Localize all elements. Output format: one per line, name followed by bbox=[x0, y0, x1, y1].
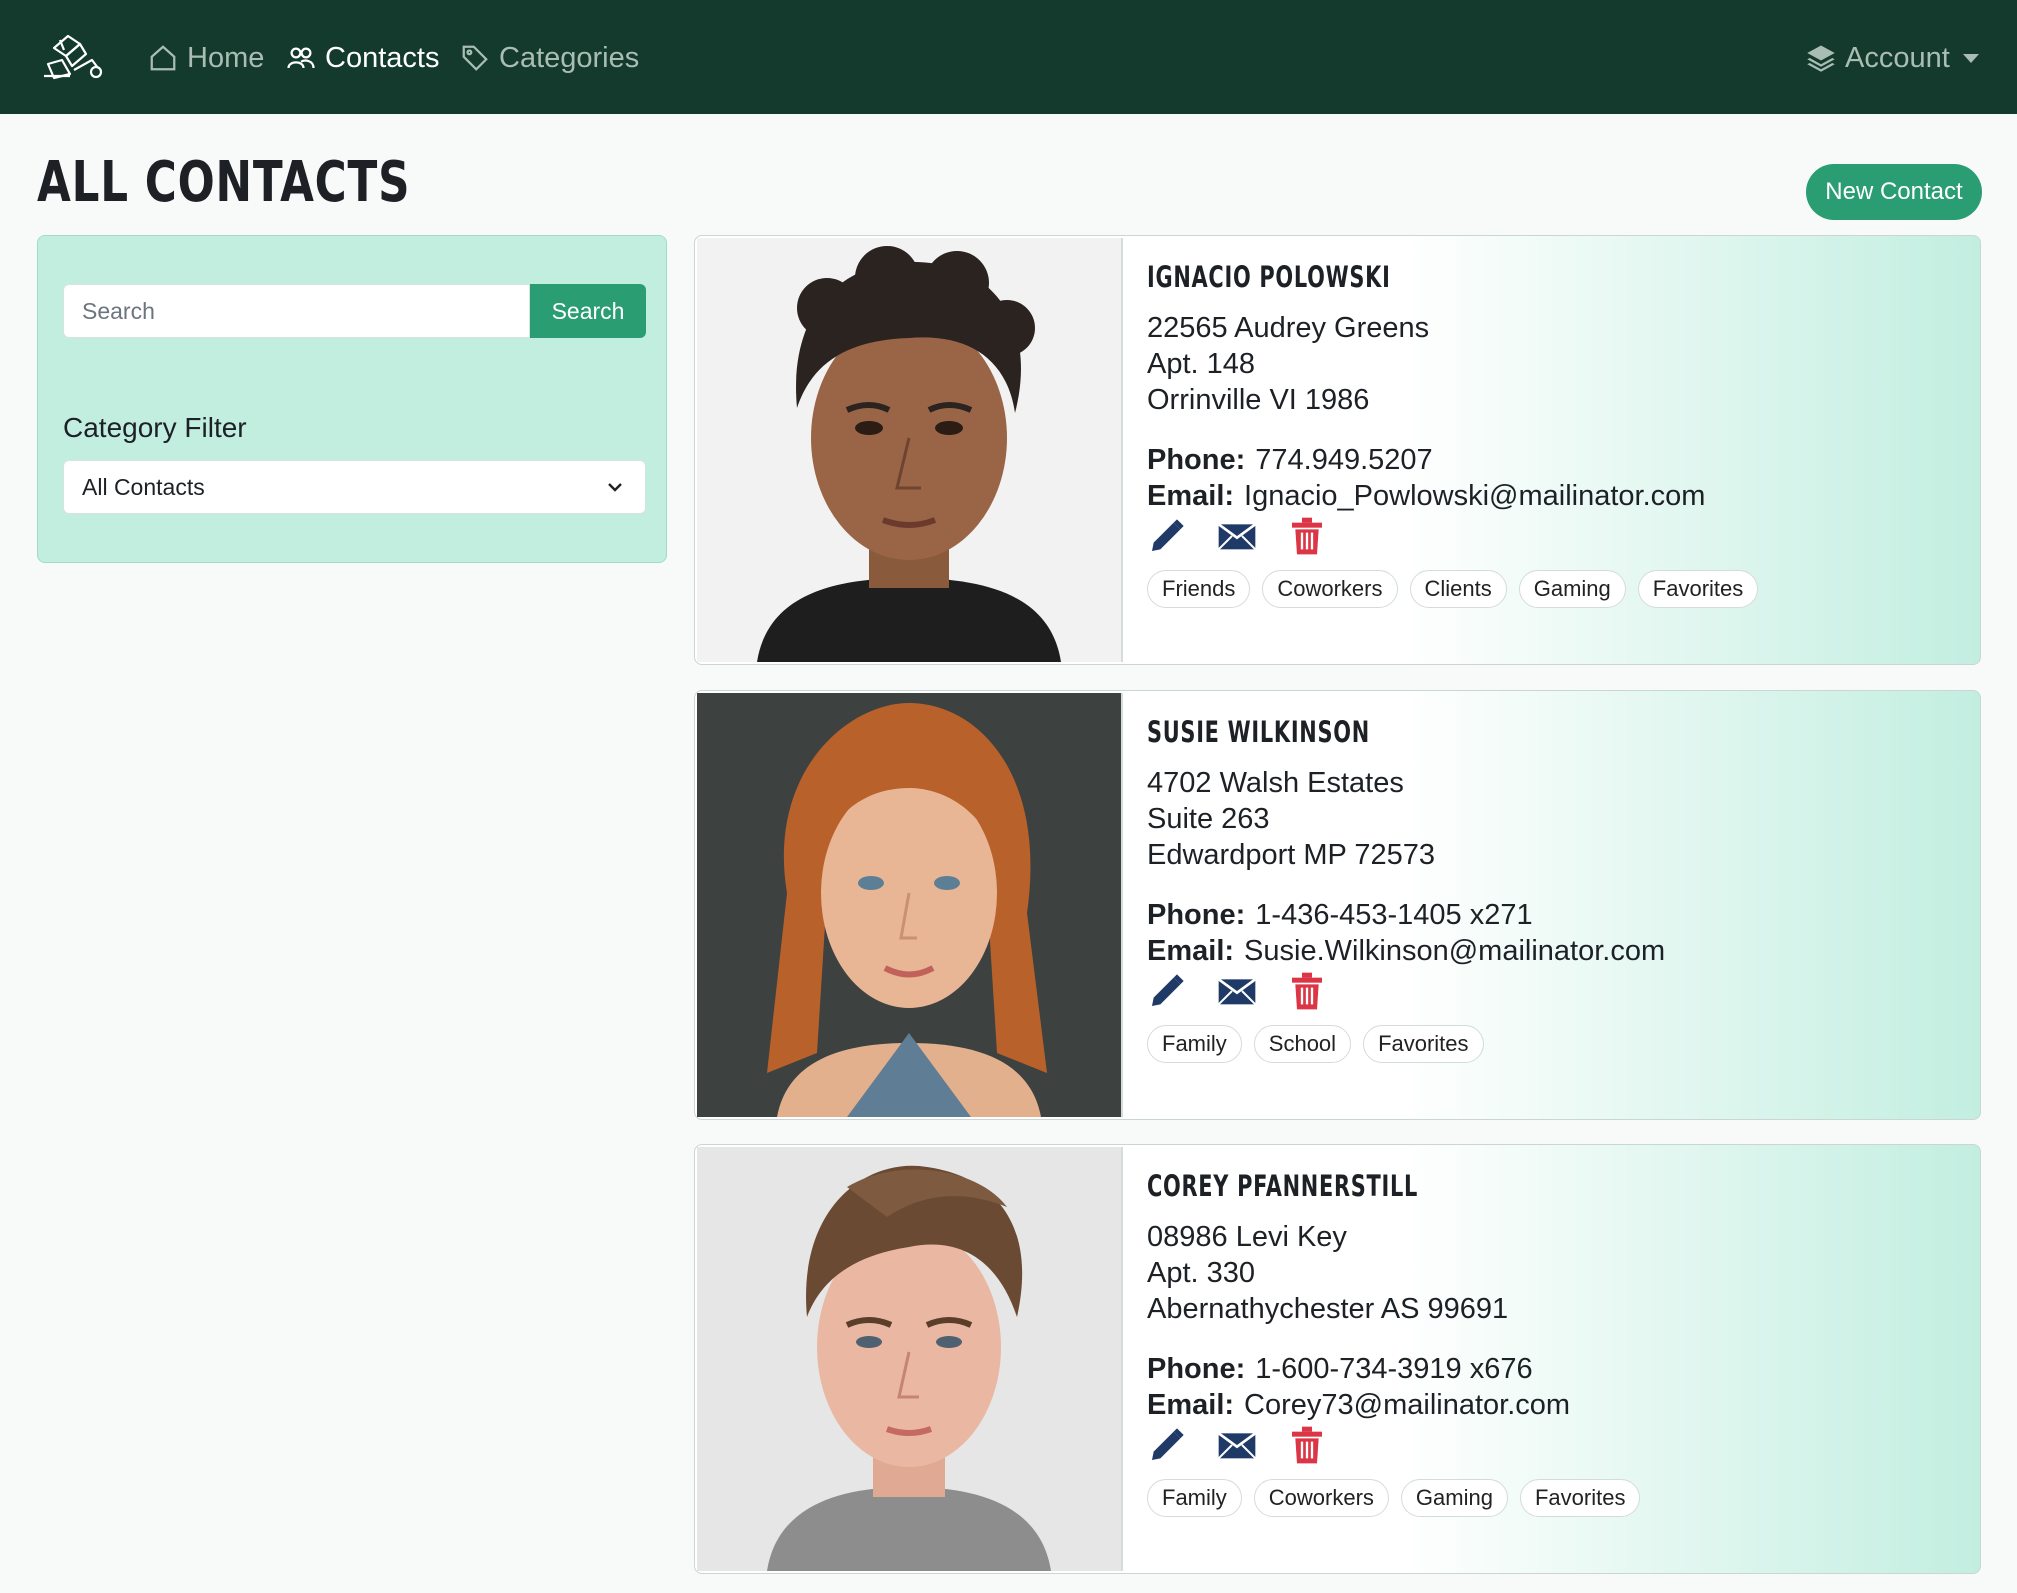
email-value[interactable]: Susie.Wilkinson@mailinator.com bbox=[1244, 935, 1665, 967]
contact-info: IGNACIO POLOWSKI 22565 Audrey Greens Apt… bbox=[1147, 260, 1967, 608]
contact-info: SUSIE WILKINSON 4702 Walsh Estates Suite… bbox=[1147, 715, 1967, 1063]
email-envelope-icon[interactable] bbox=[1217, 516, 1257, 556]
contact-photo bbox=[697, 693, 1123, 1117]
email-value[interactable]: Ignacio_Powlowski@mailinator.com bbox=[1244, 480, 1705, 512]
category-tags: Family Coworkers Gaming Favorites bbox=[1147, 1479, 1967, 1517]
nav-contacts-label: Contacts bbox=[325, 41, 440, 74]
caret-down-icon bbox=[1962, 53, 1979, 63]
portrait-image-icon bbox=[697, 1147, 1121, 1571]
nav-categories-label: Categories bbox=[499, 41, 640, 74]
new-contact-button[interactable]: New Contact bbox=[1806, 164, 1982, 220]
address-line-1: 08986 Levi Key bbox=[1147, 1221, 1347, 1253]
email-envelope-icon[interactable] bbox=[1217, 971, 1257, 1011]
category-tag: Gaming bbox=[1400, 1479, 1508, 1517]
chevron-down-icon bbox=[608, 483, 622, 492]
delete-trash-icon[interactable] bbox=[1287, 516, 1327, 556]
top-navbar: Home Contacts Categories Account bbox=[0, 0, 2017, 114]
edit-pencil-icon[interactable] bbox=[1147, 516, 1187, 556]
account-label: Account bbox=[1845, 41, 1950, 74]
nav-contacts[interactable]: Contacts bbox=[286, 38, 439, 78]
phone-value: 1-600-734-3919 x676 bbox=[1255, 1353, 1533, 1385]
category-filter-label: Category Filter bbox=[63, 412, 247, 443]
edit-pencil-icon[interactable] bbox=[1147, 971, 1187, 1011]
category-tag: Clients bbox=[1409, 570, 1507, 608]
contact-card: IGNACIO POLOWSKI 22565 Audrey Greens Apt… bbox=[694, 235, 1981, 665]
address-line-2: Suite 263 bbox=[1147, 803, 1270, 835]
category-tags: Friends Coworkers Clients Gaming Favorit… bbox=[1147, 570, 1967, 608]
address-line-3: Orrinville VI 1986 bbox=[1147, 384, 1370, 416]
address-line-2: Apt. 148 bbox=[1147, 348, 1256, 380]
category-tag: Favorites bbox=[1637, 570, 1759, 608]
delete-trash-icon[interactable] bbox=[1287, 1425, 1327, 1465]
contact-photo bbox=[697, 238, 1123, 662]
category-tag: School bbox=[1253, 1025, 1352, 1063]
category-filter-value: All Contacts bbox=[82, 473, 205, 500]
account-dropdown[interactable]: Account bbox=[1806, 38, 1979, 78]
filter-panel: Search Category Filter All Contacts bbox=[37, 235, 667, 563]
email-value[interactable]: Corey73@mailinator.com bbox=[1244, 1389, 1570, 1421]
contact-name: IGNACIO POLOWSKI bbox=[1147, 260, 1391, 294]
address-line-3: Abernathychester AS 99691 bbox=[1147, 1293, 1509, 1325]
address-line-3: Edwardport MP 72573 bbox=[1147, 839, 1436, 871]
people-icon bbox=[287, 47, 315, 69]
portrait-image-icon bbox=[697, 693, 1121, 1117]
category-tag: Friends bbox=[1147, 570, 1251, 608]
category-tag: Gaming bbox=[1518, 570, 1626, 608]
search-input[interactable] bbox=[63, 284, 530, 338]
address-line-1: 4702 Walsh Estates bbox=[1147, 767, 1404, 799]
search-button[interactable]: Search bbox=[530, 284, 646, 338]
email-envelope-icon[interactable] bbox=[1217, 1425, 1257, 1465]
delete-trash-icon[interactable] bbox=[1287, 971, 1327, 1011]
category-tags: Family School Favorites bbox=[1147, 1025, 1967, 1063]
phone-value: 774.949.5207 bbox=[1255, 444, 1433, 476]
house-icon bbox=[150, 45, 176, 71]
contact-name: COREY PFANNERSTILL bbox=[1147, 1169, 1419, 1203]
email-label: Email: bbox=[1147, 1389, 1235, 1421]
tags-icon bbox=[462, 45, 488, 71]
address-line-1: 22565 Audrey Greens bbox=[1147, 312, 1430, 344]
email-label: Email: bbox=[1147, 935, 1235, 967]
contact-info: COREY PFANNERSTILL 08986 Levi Key Apt. 3… bbox=[1147, 1169, 1967, 1517]
portrait-image-icon bbox=[697, 238, 1121, 662]
category-tag: Family bbox=[1147, 1479, 1242, 1517]
phone-label: Phone: bbox=[1147, 444, 1246, 476]
nav-home[interactable]: Home bbox=[148, 38, 264, 78]
page-title: ALL CONTACTS bbox=[37, 150, 411, 215]
contact-card: SUSIE WILKINSON 4702 Walsh Estates Suite… bbox=[694, 690, 1981, 1120]
brand-logo-icon[interactable] bbox=[40, 30, 106, 84]
contact-name: SUSIE WILKINSON bbox=[1147, 715, 1370, 749]
contact-card: COREY PFANNERSTILL 08986 Levi Key Apt. 3… bbox=[694, 1144, 1981, 1574]
phone-label: Phone: bbox=[1147, 899, 1246, 931]
category-tag: Coworkers bbox=[1262, 570, 1398, 608]
nav-home-label: Home bbox=[187, 41, 265, 74]
edit-pencil-icon[interactable] bbox=[1147, 1425, 1187, 1465]
nav-categories[interactable]: Categories bbox=[460, 38, 639, 78]
contact-photo bbox=[697, 1147, 1123, 1571]
address-line-2: Apt. 330 bbox=[1147, 1257, 1256, 1289]
phone-label: Phone: bbox=[1147, 1353, 1246, 1385]
category-filter-select[interactable]: All Contacts bbox=[63, 460, 646, 514]
layers-icon bbox=[1807, 45, 1835, 72]
category-tag: Family bbox=[1147, 1025, 1242, 1063]
phone-value: 1-436-453-1405 x271 bbox=[1255, 899, 1533, 931]
email-label: Email: bbox=[1147, 480, 1235, 512]
category-tag: Coworkers bbox=[1253, 1479, 1389, 1517]
category-tag: Favorites bbox=[1519, 1479, 1641, 1517]
category-tag: Favorites bbox=[1363, 1025, 1484, 1063]
